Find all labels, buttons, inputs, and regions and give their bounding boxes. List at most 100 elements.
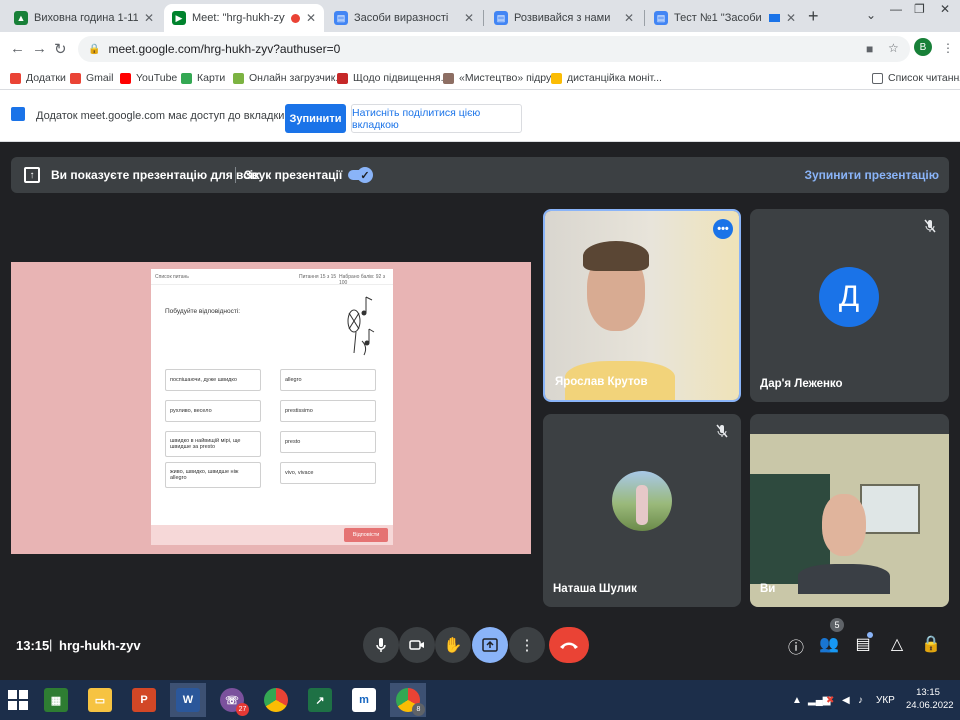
question-list-label[interactable]: Список питань xyxy=(155,274,189,280)
meeting-details-button[interactable]: ⓘ xyxy=(785,634,807,658)
question-counter: Питання 15 з 15 xyxy=(299,274,337,280)
bookmark-downloader[interactable]: Онлайн загрузчик... xyxy=(233,72,344,84)
raise-hand-button[interactable]: ✋ xyxy=(435,627,471,663)
present-screen-icon: ↑ xyxy=(24,167,40,183)
taskbar-app-chrome-active[interactable]: 8 xyxy=(390,683,426,717)
network-error-icon[interactable]: ✖ xyxy=(826,695,834,706)
stop-sharing-button[interactable]: Зупинити xyxy=(285,104,346,133)
hang-up-icon xyxy=(560,642,578,649)
reload-icon[interactable]: ↻ xyxy=(54,40,67,58)
activities-button[interactable]: △ xyxy=(886,634,908,654)
match-right-item[interactable]: presto xyxy=(280,431,376,453)
docs-icon: ▤ xyxy=(494,11,508,25)
tab-test[interactable]: ▤ Тест №1 "Засоби вираз ✕ xyxy=(646,4,804,32)
system-clock[interactable]: 13:15 24.06.2022 xyxy=(906,686,954,712)
camera-button[interactable] xyxy=(399,627,435,663)
answer-button[interactable]: Відповісти xyxy=(344,528,388,542)
match-left-item[interactable]: рухливо, весело xyxy=(165,400,261,422)
host-controls-button[interactable]: 🔒 xyxy=(920,634,942,654)
taskbar-app-word[interactable]: W xyxy=(170,683,206,717)
classroom-icon: ▲ xyxy=(14,11,28,25)
address-bar[interactable]: 🔒 meet.google.com/hrg-hukh-zyv?authuser=… xyxy=(78,36,910,62)
taskbar-app-explorer[interactable]: ▭ xyxy=(82,683,118,717)
info-icon: ⓘ xyxy=(787,640,804,657)
bookmark-apps[interactable]: Додатки xyxy=(10,72,66,84)
bookmark-mystetstvo[interactable]: «Мистецтво» підру... xyxy=(443,72,559,84)
camera-in-use-icon[interactable]: ■ xyxy=(866,42,873,56)
match-left-item[interactable]: поспішаючи, дуже швидко xyxy=(165,369,261,391)
bookmark-youtube[interactable]: YouTube xyxy=(120,72,177,84)
people-icon: 👥 xyxy=(819,636,839,653)
reading-list-icon xyxy=(872,72,883,84)
microphone-button[interactable] xyxy=(363,627,399,663)
mic-off-icon xyxy=(923,219,939,235)
match-left-item[interactable]: швидко в найвищій мірі, ще швидше за pre… xyxy=(165,431,261,457)
speaker-icon[interactable]: ♪ xyxy=(858,695,863,706)
close-icon[interactable]: ✕ xyxy=(624,11,634,25)
taskbar-app-onenote[interactable]: ▦ xyxy=(38,683,74,717)
chat-button[interactable]: ▤ xyxy=(852,632,874,654)
close-icon[interactable]: ✕ xyxy=(144,11,154,25)
tray-expand-icon[interactable]: ▲ xyxy=(792,695,802,706)
tab-rozvyvaisia[interactable]: ▤ Розвивайся з нами ✕ xyxy=(486,4,642,32)
match-right-item[interactable]: vivo, vivace xyxy=(280,462,376,484)
match-right-item[interactable]: prestissimo xyxy=(280,400,376,422)
camera-icon xyxy=(409,640,424,650)
restore-icon[interactable]: ❐ xyxy=(914,2,925,16)
taskbar-app-viber[interactable]: ☏ 27 xyxy=(214,683,250,717)
presentation-sound-toggle[interactable]: ✓ xyxy=(348,167,374,183)
participant-name: Ви xyxy=(760,583,776,595)
share-tab-icon xyxy=(11,107,25,121)
present-icon xyxy=(482,638,498,652)
back-icon[interactable]: ← xyxy=(10,40,25,57)
taskbar-app-excel[interactable]: ↗ xyxy=(302,683,338,717)
people-button[interactable]: 👥 xyxy=(818,634,840,654)
match-left-item[interactable]: живо, швидко, швидше ніж allegro xyxy=(165,462,261,488)
question-title: Побудуйте відповідності: xyxy=(165,308,241,315)
more-options-button[interactable]: ⋮ xyxy=(509,627,545,663)
stop-presenting-button[interactable]: Зупинити презентацію xyxy=(804,168,939,182)
close-window-icon[interactable]: ✕ xyxy=(940,2,950,16)
forward-icon[interactable]: → xyxy=(32,40,47,57)
bookmark-dystantsiika[interactable]: дистанційка моніт... xyxy=(551,72,662,84)
participant-tile-self[interactable]: Ви xyxy=(750,414,949,607)
taskbar-app-powerpoint[interactable]: P xyxy=(126,683,162,717)
check-icon: ✓ xyxy=(357,167,373,183)
participant-count-badge: 5 xyxy=(830,618,844,632)
menu-icon[interactable]: ⋮ xyxy=(942,41,954,55)
new-tab-button[interactable]: + xyxy=(808,6,819,27)
taskbar-app-chrome[interactable] xyxy=(258,683,294,717)
profile-avatar[interactable]: В xyxy=(914,38,932,56)
share-this-tab-button[interactable]: Натисніть поділитися цією вкладкою xyxy=(351,104,522,133)
bookmark-pidvyshchennia[interactable]: Щодо підвищення... xyxy=(337,72,449,84)
start-button[interactable] xyxy=(8,690,28,710)
reading-list[interactable]: Список читання xyxy=(872,72,960,84)
download-arrow-icon xyxy=(233,72,244,84)
banner-divider xyxy=(235,167,236,183)
participant-tile-yaroslav[interactable]: ••• Ярослав Крутов xyxy=(543,209,741,402)
tab-meet[interactable]: ▶ Meet: "hrg-hukh-zyv" ✕ xyxy=(164,4,324,32)
presenting-banner: ↑ Ви показуєте презентацію для всіх Звук… xyxy=(11,157,949,193)
close-icon[interactable]: ✕ xyxy=(786,11,796,25)
tab-vykhovna[interactable]: ▲ Виховна година 1-11 класи ✕ xyxy=(6,4,162,32)
folder-icon: ▭ xyxy=(88,688,112,712)
tab-zasoby[interactable]: ▤ Засоби виразності ✕ xyxy=(326,4,482,32)
bookmark-gmail[interactable]: Gmail xyxy=(70,72,113,84)
present-now-button[interactable] xyxy=(472,627,508,663)
participant-tile-daria[interactable]: Д Дар'я Леженко xyxy=(750,209,949,402)
tab-search-icon[interactable]: ⌄ xyxy=(866,8,876,22)
participant-avatar-photo xyxy=(612,471,672,531)
participant-tile-natasha[interactable]: Наташа Шулик xyxy=(543,414,741,607)
bookmark-maps[interactable]: Карти xyxy=(181,72,225,84)
more-options-button[interactable]: ••• xyxy=(713,219,733,239)
close-icon[interactable]: ✕ xyxy=(306,11,316,25)
leave-call-button[interactable] xyxy=(549,627,589,663)
minimize-icon[interactable]: — xyxy=(890,2,902,16)
bookmark-star-icon[interactable]: ☆ xyxy=(888,41,899,55)
close-icon[interactable]: ✕ xyxy=(464,11,474,25)
match-right-item[interactable]: allegro xyxy=(280,369,376,391)
language-indicator[interactable]: УКР xyxy=(876,695,895,706)
volume-icon[interactable]: ◀ xyxy=(842,695,850,706)
taskbar-app-mimio[interactable]: m xyxy=(346,683,382,717)
youtube-icon xyxy=(120,72,131,84)
